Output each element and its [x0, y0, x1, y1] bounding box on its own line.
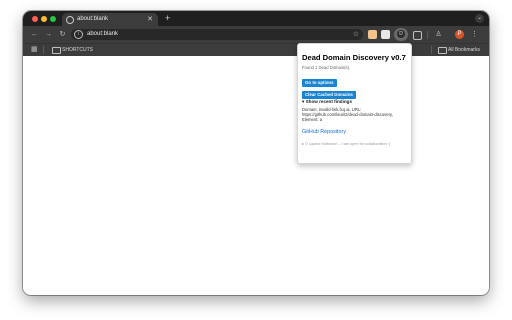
info-icon[interactable]: i [74, 30, 83, 39]
apps-grid-icon[interactable]: ▦ [31, 46, 38, 53]
url-text[interactable]: about:blank [87, 29, 118, 40]
tab-title: about:blank [77, 16, 109, 22]
popup-title: Dead Domain Discovery v0.7 [302, 53, 406, 62]
new-tab-button[interactable]: + [165, 13, 170, 24]
minimize-window-button[interactable] [41, 16, 47, 22]
dead-domain-icon: D [397, 30, 405, 38]
profile-person-icon[interactable]: ♙ [433, 29, 444, 40]
clear-cached-domains-button[interactable]: Clear Cached Domains [302, 91, 356, 99]
browser-window: about:blank ✕ + ⌄ ← → ↻ i about:blank ☆ … [23, 11, 489, 295]
title-bar: about:blank ✕ + ⌄ [23, 11, 489, 26]
folder-icon[interactable] [52, 47, 61, 54]
close-icon[interactable]: ✕ [147, 14, 153, 25]
all-bookmarks-link[interactable]: All Bookmarks [448, 44, 480, 56]
toolbar: ← → ↻ i about:blank ☆ D ♙ P ⋮ [23, 26, 489, 43]
globe-icon [66, 16, 74, 24]
found-count-text: Found 1 Dead Domain(s). [302, 65, 351, 70]
toolbar-divider [427, 31, 428, 39]
bookmarks-bar: ▦ SHORTCUTS All Bookmarks [23, 43, 489, 56]
puzzle-icon[interactable] [413, 31, 422, 40]
extension-popup: Dead Domain Discovery v0.7 Found 1 Dead … [297, 43, 412, 164]
github-repository-link[interactable]: GitHub Repository [302, 129, 346, 136]
address-bar[interactable]: i about:blank ☆ [71, 29, 363, 40]
bookmark-folder-shortcuts[interactable]: SHORTCUTS [62, 44, 93, 56]
author-footer-toggle[interactable]: ▸ © Lauritz Holtmann – I am open for col… [302, 142, 402, 147]
extension-icon-1[interactable] [368, 30, 377, 39]
dead-domain-extension-button[interactable]: D [394, 28, 408, 41]
reload-button[interactable]: ↻ [57, 29, 68, 40]
finding-entry: Domain: invalid-link.fxq.ai, URL: https:… [302, 107, 393, 122]
extension-icon-2[interactable] [381, 30, 390, 39]
bookmark-star-icon[interactable]: ☆ [353, 29, 359, 40]
tab-search-button[interactable]: ⌄ [475, 14, 484, 23]
chrome-menu-icon[interactable]: ⋮ [469, 29, 480, 40]
forward-button[interactable]: → [43, 29, 54, 40]
recent-findings-toggle[interactable]: ▾ Show recent findings [302, 99, 352, 105]
profile-avatar[interactable]: P [455, 30, 464, 39]
page-content [23, 56, 489, 295]
tab-about-blank[interactable]: about:blank ✕ [62, 13, 158, 26]
go-to-options-button[interactable]: Go to options [302, 79, 337, 87]
back-button[interactable]: ← [29, 29, 40, 40]
close-window-button[interactable] [32, 16, 38, 22]
bookmarks-divider-right [431, 46, 432, 54]
all-bookmarks-folder-icon[interactable] [438, 47, 447, 54]
bookmarks-divider [43, 46, 44, 54]
maximize-window-button[interactable] [50, 16, 56, 22]
